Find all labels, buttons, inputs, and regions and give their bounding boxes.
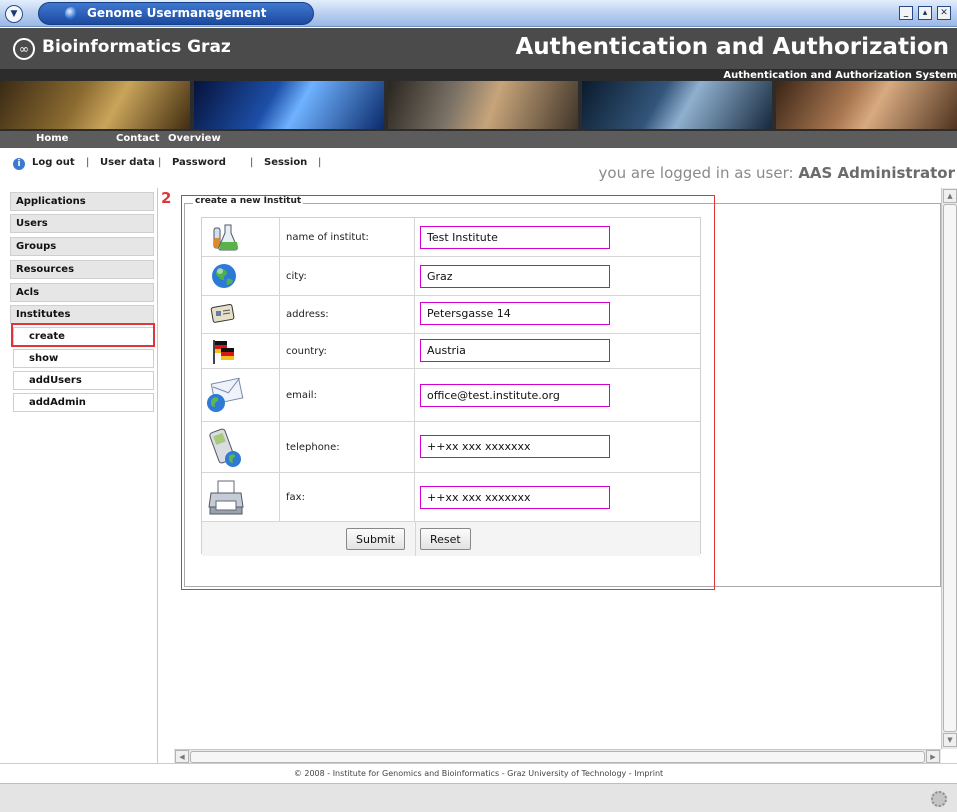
scroll-right-arrow-icon[interactable]: ▶: [926, 750, 940, 763]
gear-icon[interactable]: [931, 791, 947, 807]
browser-statusbar: [0, 783, 957, 812]
password-link[interactable]: Password: [172, 157, 226, 168]
sidebar-item-applications[interactable]: Applications: [10, 192, 154, 211]
bioinformatics-logo-icon: ∞: [13, 38, 35, 60]
window-title-tab[interactable]: Genome Usermanagement: [38, 2, 314, 25]
banner-subtitle: Authentication and Authorization System: [723, 70, 957, 81]
logged-in-status: you are logged in as user: AAS Administr…: [599, 164, 955, 182]
session-link[interactable]: Session: [264, 157, 307, 168]
sidebar-item-institutes[interactable]: Institutes: [10, 305, 154, 324]
sidebar-item-users[interactable]: Users: [10, 214, 154, 233]
banner-image-circuit: [0, 81, 190, 129]
subnav-separator: |: [86, 157, 90, 168]
active-item-highlight: [11, 323, 155, 347]
banner: Authentication and Authorization System: [0, 69, 957, 131]
sidebar-item-acls[interactable]: Acls: [10, 283, 154, 302]
window-titlebar: ▼ Genome Usermanagement _ ▴ ✕: [0, 0, 957, 27]
annotation-marker: 2: [161, 189, 172, 207]
banner-image-email: [388, 81, 578, 129]
subnav-separator: |: [318, 157, 322, 168]
main-nav: Home Contact Overview: [0, 131, 957, 148]
logged-in-user: AAS Administrator: [798, 164, 955, 182]
site-title: Authentication and Authorization: [515, 34, 949, 60]
scroll-down-arrow-icon[interactable]: ▼: [943, 733, 957, 747]
horizontal-scroll-thumb[interactable]: [190, 751, 925, 763]
nav-overview[interactable]: Overview: [168, 133, 221, 144]
globe-icon: [65, 7, 78, 20]
horizontal-scrollbar[interactable]: ◀ ▶: [174, 749, 941, 763]
userdata-link[interactable]: User data: [100, 157, 155, 168]
window-menu-button[interactable]: ▼: [5, 5, 23, 23]
banner-image-chips: [582, 81, 772, 129]
banner-image-lab: [776, 81, 957, 129]
scroll-up-arrow-icon[interactable]: ▲: [943, 189, 957, 203]
site-header: ∞ Bioinformatics Graz Authentication and…: [0, 28, 957, 69]
vertical-scroll-thumb[interactable]: [943, 204, 957, 732]
sidebar-subitem-show[interactable]: show: [13, 349, 154, 368]
page-footer: © 2008 - Institute for Genomics and Bioi…: [0, 763, 957, 783]
logout-link[interactable]: Log out: [32, 157, 75, 168]
minimize-button[interactable]: _: [899, 6, 913, 20]
info-icon: i: [13, 158, 25, 170]
vertical-scrollbar[interactable]: ▲ ▼: [941, 188, 957, 749]
sidebar-item-resources[interactable]: Resources: [10, 260, 154, 279]
subnav-separator: |: [158, 157, 162, 168]
nav-home[interactable]: Home: [36, 133, 68, 144]
scroll-left-arrow-icon[interactable]: ◀: [175, 750, 189, 763]
logged-in-prefix: you are logged in as user:: [598, 164, 799, 182]
banner-image-binary: [194, 81, 384, 129]
close-button[interactable]: ✕: [937, 6, 951, 20]
window-title: Genome Usermanagement: [87, 6, 267, 20]
maximize-button[interactable]: ▴: [918, 6, 932, 20]
focus-annotation-box: [181, 195, 715, 590]
user-subnav: i Log out | User data | Password | Sessi…: [0, 148, 957, 188]
sidebar: Applications Users Groups Resources Acls…: [0, 188, 158, 763]
main-content: 2 create a new Institut name of institut…: [158, 188, 957, 763]
sidebar-subitem-addadmin[interactable]: addAdmin: [13, 393, 154, 412]
site-brand: Bioinformatics Graz: [42, 37, 231, 57]
nav-contact[interactable]: Contact: [116, 133, 160, 144]
browser-window: ▼ Genome Usermanagement _ ▴ ✕ ∞ Bioinfor…: [0, 0, 957, 812]
sidebar-subitem-addusers[interactable]: addUsers: [13, 371, 154, 390]
subnav-separator: |: [250, 157, 254, 168]
sidebar-item-groups[interactable]: Groups: [10, 237, 154, 256]
